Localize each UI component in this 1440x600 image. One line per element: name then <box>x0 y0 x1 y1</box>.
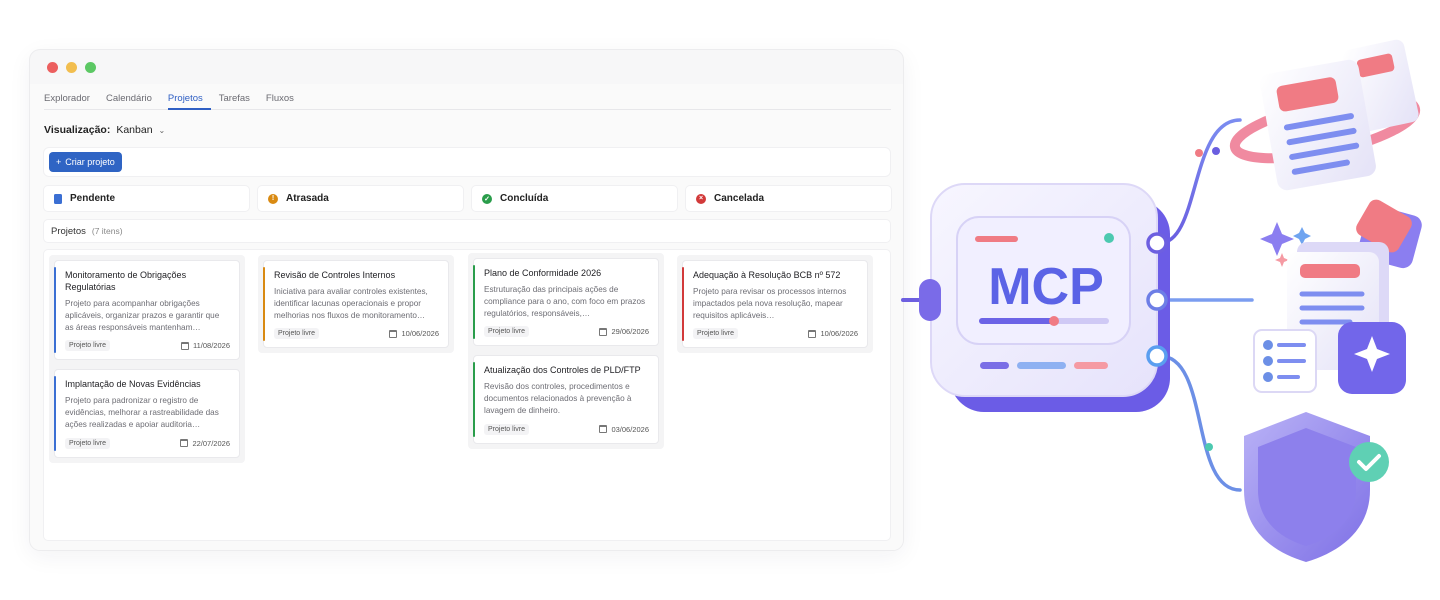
tab-projetos[interactable]: Projetos <box>167 84 211 110</box>
project-footer: Projeto livre 10/06/2026 <box>693 328 858 340</box>
project-footer: Projeto livre 11/08/2026 <box>65 340 230 352</box>
status-atrasada[interactable]: ! Atrasada <box>257 185 464 212</box>
tab-tarefas[interactable]: Tarefas <box>219 84 258 110</box>
mcp-box: MCP <box>919 183 1170 412</box>
project-title: Implantação de Novas Evidências <box>65 379 201 390</box>
project-description: Iniciativa para avaliar controles existe… <box>274 287 428 320</box>
cancel-icon: × <box>696 193 706 204</box>
project-date-value: 03/06/2026 <box>611 424 649 434</box>
project-tag: Projeto livre <box>65 437 110 449</box>
status-label: Cancelada <box>714 193 765 204</box>
project-title: Adequação à Resolução BCB nº 572 <box>693 270 841 280</box>
project-date: 03/06/2026 <box>599 425 649 434</box>
project-footer: Projeto livre 29/06/2026 <box>484 326 649 338</box>
tab-fluxos[interactable]: Fluxos <box>266 84 302 110</box>
project-date-value: 10/06/2026 <box>820 329 858 339</box>
calendar-icon <box>181 341 190 350</box>
status-pendente[interactable]: Pendente <box>43 185 250 212</box>
status-label: Pendente <box>70 193 116 204</box>
status-label: Concluída <box>500 193 549 204</box>
projects-count: (7 itens) <box>91 226 123 236</box>
minimize-window-button[interactable] <box>66 61 77 73</box>
create-project-label: Criar projeto <box>65 157 115 167</box>
title-bar <box>30 50 903 84</box>
project-footer: Projeto livre 10/06/2026 <box>274 328 439 340</box>
create-project-button[interactable]: + Criar projeto <box>49 152 122 172</box>
project-tag: Projeto livre <box>484 423 529 435</box>
project-title: Plano de Conformidade 2026 <box>484 268 602 278</box>
tab-calendario[interactable]: Calendário <box>106 84 160 110</box>
project-footer: Projeto livre 22/07/2026 <box>65 437 230 449</box>
project-description: Projeto para revisar os processos intern… <box>693 287 847 320</box>
tab-explorador[interactable]: Explorador <box>44 84 98 110</box>
project-description: Estruturação das principais ações de com… <box>484 285 646 318</box>
view-value: Kanban <box>116 124 153 136</box>
project-footer: Projeto livre 03/06/2026 <box>484 423 649 435</box>
project-date-value: 22/07/2026 <box>192 438 230 448</box>
calendar-icon <box>808 329 817 338</box>
project-date-value: 10/06/2026 <box>401 329 439 339</box>
calendar-icon <box>389 329 398 338</box>
warning-icon: ! <box>268 193 278 204</box>
status-filter-row: Pendente ! Atrasada ✓ Concluída × Cancel… <box>43 185 892 212</box>
kanban-column-atrasada: Revisão de Controles Internos Iniciativa … <box>258 255 454 354</box>
toolbar: + Criar projeto <box>43 147 891 177</box>
tab-bar: Explorador Calendário Projetos Tarefas F… <box>44 84 891 110</box>
project-tag: Projeto livre <box>274 328 319 340</box>
calendar-icon <box>180 439 189 448</box>
close-window-button[interactable] <box>47 61 58 73</box>
documents-icon <box>1195 39 1421 191</box>
project-card[interactable]: Adequação à Resolução BCB nº 572 Projeto … <box>682 260 868 349</box>
status-cancelada[interactable]: × Cancelada <box>685 185 892 212</box>
project-tag: Projeto livre <box>484 326 529 338</box>
project-description: Projeto para padronizar o registro de ev… <box>65 396 219 429</box>
checklist-documents-icon <box>1253 199 1422 394</box>
status-concluida[interactable]: ✓ Concluída <box>471 185 678 212</box>
app-window: Explorador Calendário Projetos Tarefas F… <box>30 50 903 550</box>
kanban-column-concluida: Plano de Conformidade 2026 Estruturação d… <box>468 253 664 449</box>
project-tag: Projeto livre <box>65 340 110 352</box>
project-card[interactable]: Revisão de Controles Internos Iniciativa … <box>263 260 449 349</box>
projects-header: Projetos (7 itens) <box>43 219 891 243</box>
connector-lines <box>901 118 1254 492</box>
view-selector[interactable]: Visualização: Kanban ⌄ <box>44 124 165 136</box>
view-label: Visualização: <box>44 124 111 136</box>
project-date: 29/06/2026 <box>599 327 649 336</box>
project-card[interactable]: Plano de Conformidade 2026 Estruturação d… <box>473 258 659 347</box>
chevron-down-icon: ⌄ <box>158 125 166 135</box>
project-date-value: 29/06/2026 <box>611 327 649 337</box>
project-description: Projeto para acompanhar obrigações aplic… <box>65 299 220 332</box>
project-date: 10/06/2026 <box>808 329 858 338</box>
project-card[interactable]: Monitoramento de Obrigações Regulatórias… <box>54 260 240 361</box>
project-date: 22/07/2026 <box>180 439 230 448</box>
projects-label: Projetos <box>51 225 86 237</box>
project-card[interactable]: Atualização dos Controles de PLD/FTP Revi… <box>473 355 659 444</box>
project-date-value: 11/08/2026 <box>193 341 230 351</box>
project-title: Monitoramento de Obrigações Regulatórias <box>65 270 187 292</box>
main-content: Explorador Calendário Projetos Tarefas F… <box>30 84 903 550</box>
kanban-column-cancelada: Adequação à Resolução BCB nº 572 Projeto … <box>677 255 873 354</box>
check-icon: ✓ <box>482 193 492 204</box>
project-title: Atualização dos Controles de PLD/FTP <box>484 365 641 376</box>
maximize-window-button[interactable] <box>85 61 96 73</box>
plus-icon: + <box>56 157 62 167</box>
shield-check-icon <box>1205 412 1389 562</box>
project-card[interactable]: Implantação de Novas Evidências Projeto p… <box>54 369 240 458</box>
project-date: 11/08/2026 <box>181 341 230 350</box>
kanban-board: Monitoramento de Obrigações Regulatórias… <box>43 249 891 541</box>
project-tag: Projeto livre <box>693 328 738 340</box>
calendar-icon <box>599 425 608 434</box>
kanban-column-pendente: Monitoramento de Obrigações Regulatórias… <box>49 255 245 463</box>
mcp-label: MCP <box>988 258 1104 316</box>
document-icon <box>54 193 62 204</box>
project-date: 10/06/2026 <box>389 329 439 338</box>
project-description: Revisão dos controles, procedimentos e d… <box>484 382 632 415</box>
status-label: Atrasada <box>286 193 329 204</box>
project-title: Revisão de Controles Internos <box>274 270 396 280</box>
calendar-icon <box>599 327 608 336</box>
